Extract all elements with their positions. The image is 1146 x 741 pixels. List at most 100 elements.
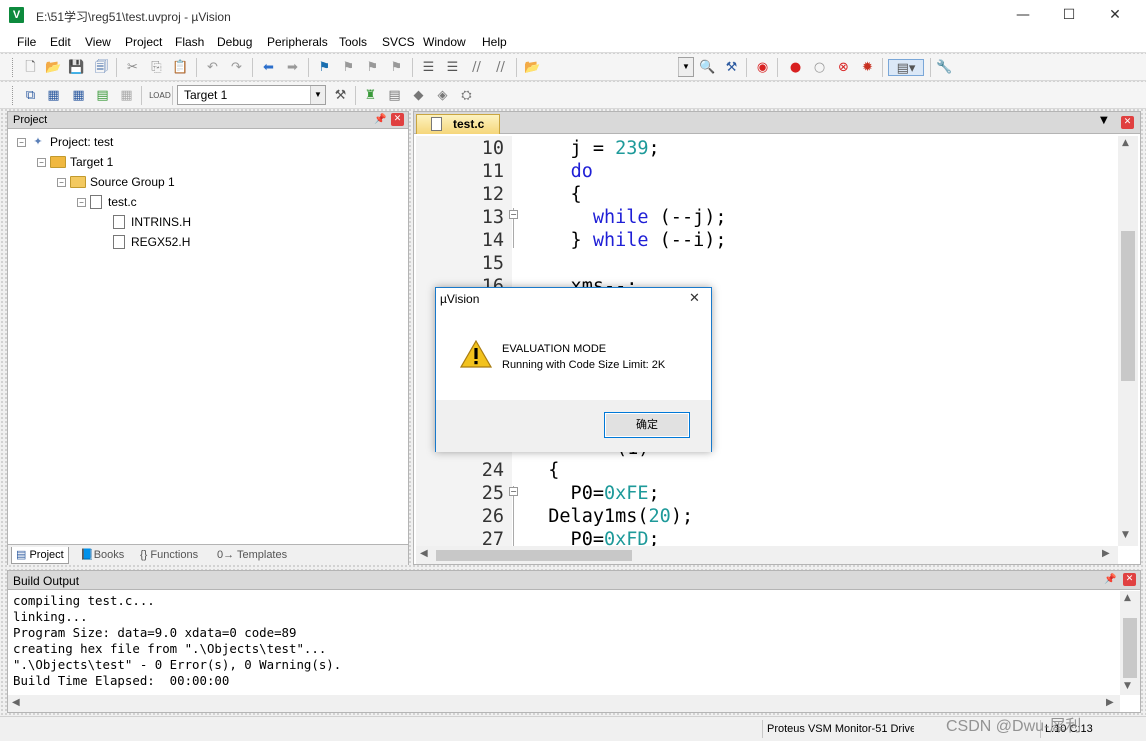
minimize-button[interactable]: — <box>1000 0 1046 30</box>
navigate-forward-icon[interactable]: ➡ <box>284 59 301 76</box>
debug-session-icon[interactable]: ◉ <box>754 59 771 76</box>
uncomment-icon[interactable]: // <box>492 59 509 76</box>
collapse-icon[interactable]: − <box>17 137 26 147</box>
software-packs-icon[interactable]: ⛭ <box>458 87 475 104</box>
open-folder-icon[interactable]: 📂 <box>45 59 62 76</box>
tab-books[interactable]: 📘Books <box>76 547 128 564</box>
find-icon[interactable]: 🔍 <box>699 59 716 76</box>
tab-test-c[interactable]: test.c <box>416 114 500 134</box>
scroll-thumb[interactable] <box>1121 231 1135 381</box>
scroll-up-icon[interactable]: ▲ <box>1122 138 1129 148</box>
menu-flash[interactable]: Flash <box>175 35 204 49</box>
manage-project-items-icon[interactable]: ♜ <box>362 87 379 104</box>
fold-toggle-icon[interactable]: − <box>509 487 518 496</box>
save-all-icon[interactable]: 🗐 <box>93 59 110 76</box>
build-output-line: creating hex file from ".\Objects\test".… <box>13 641 327 656</box>
tree-item-regx52-h[interactable]: REGX52.H <box>113 233 190 251</box>
translate-icon[interactable]: ⧉ <box>22 87 39 104</box>
unindent-icon[interactable]: ☰ <box>444 59 461 76</box>
rebuild-icon[interactable]: ▦ <box>70 87 87 104</box>
scroll-right-icon[interactable]: ▶ <box>1102 548 1110 559</box>
close-button[interactable]: ✕ <box>1092 0 1138 30</box>
menu-view[interactable]: View <box>85 35 111 49</box>
tree-item-test-c[interactable]: − test.c <box>77 193 137 211</box>
menu-file[interactable]: File <box>17 35 36 49</box>
scroll-down-icon[interactable]: ▼ <box>1122 530 1129 540</box>
scroll-up-icon[interactable]: ▲ <box>1124 593 1131 603</box>
menu-debug[interactable]: Debug <box>217 35 252 49</box>
find-in-files-icon[interactable]: 📂 <box>524 59 541 76</box>
code-line: P0=0xFD; <box>526 529 660 546</box>
indent-icon[interactable]: ☰ <box>420 59 437 76</box>
bookmark-next-icon[interactable]: ⚑ <box>364 59 381 76</box>
incremental-find-icon[interactable]: ⚒ <box>723 59 740 76</box>
save-icon[interactable]: 💾 <box>68 59 85 76</box>
find-combo[interactable]: ▼ <box>678 57 694 77</box>
menu-tools[interactable]: Tools <box>339 35 367 49</box>
download-icon[interactable]: LOAD <box>149 87 171 104</box>
tree-item-target[interactable]: − Target 1 <box>37 153 113 171</box>
configure-icon[interactable]: 🔧 <box>936 59 953 76</box>
tab-templates[interactable]: 0→ Templates <box>213 547 291 564</box>
scroll-left-icon[interactable]: ◀ <box>12 697 20 708</box>
close-icon[interactable]: ✕ <box>1123 573 1136 586</box>
tab-list-icon[interactable]: ▼ <box>1100 115 1108 126</box>
ok-button[interactable]: 确定 <box>604 412 690 438</box>
collapse-icon[interactable]: − <box>57 177 66 187</box>
menu-project[interactable]: Project <box>125 35 162 49</box>
paste-icon[interactable]: 📋 <box>172 59 189 76</box>
tree-item-source-group[interactable]: − Source Group 1 <box>57 173 175 191</box>
tree-item-project[interactable]: − ✦ Project: test <box>17 133 113 151</box>
scroll-thumb[interactable] <box>1123 618 1137 678</box>
editor-horizontal-scrollbar[interactable]: ◀ ▶ <box>416 546 1118 564</box>
comment-icon[interactable]: // <box>468 59 485 76</box>
stop-build-icon[interactable]: ▦ <box>118 87 135 104</box>
manage-rte-icon[interactable]: ◆ <box>410 87 427 104</box>
pin-icon[interactable]: 📌 <box>374 113 386 126</box>
bookmark-previous-icon[interactable]: ⚑ <box>340 59 357 76</box>
tab-project[interactable]: ▤ Project <box>11 547 69 564</box>
insert-breakpoint-icon[interactable]: ● <box>787 59 804 76</box>
maximize-button[interactable]: ☐ <box>1046 0 1092 30</box>
bookmark-clear-icon[interactable]: ⚑ <box>388 59 405 76</box>
menu-window[interactable]: Window <box>423 35 466 49</box>
disable-breakpoints-icon[interactable]: ⊗ <box>835 59 852 76</box>
undo-icon[interactable]: ↶ <box>204 59 221 76</box>
redo-icon[interactable]: ↷ <box>228 59 245 76</box>
batch-build-icon[interactable]: ▤ <box>94 87 111 104</box>
scroll-left-icon[interactable]: ◀ <box>420 548 428 559</box>
collapse-icon[interactable]: − <box>77 197 86 207</box>
target-select[interactable]: Target 1 ▼ <box>177 85 326 105</box>
scroll-right-icon[interactable]: ▶ <box>1106 697 1114 708</box>
target-options-icon[interactable]: ⚒ <box>332 87 349 104</box>
scroll-down-icon[interactable]: ▼ <box>1124 681 1131 691</box>
close-icon[interactable]: ✕ <box>391 113 404 126</box>
tree-item-intrins-h[interactable]: INTRINS.H <box>113 213 191 231</box>
select-packs-icon[interactable]: ▤ <box>386 87 403 104</box>
window-layout-icon[interactable]: ▤▾ <box>888 59 924 76</box>
tab-functions[interactable]: {} Functions <box>136 547 202 564</box>
menu-peripherals[interactable]: Peripherals <box>267 35 328 49</box>
menu-edit[interactable]: Edit <box>50 35 71 49</box>
build-horizontal-scrollbar[interactable]: ◀ ▶ <box>8 695 1120 712</box>
collapse-icon[interactable]: − <box>37 157 46 167</box>
menu-svcs[interactable]: SVCS <box>382 35 415 49</box>
new-file-icon[interactable]: 🗋 <box>22 59 39 76</box>
build-icon[interactable]: ▦ <box>45 87 62 104</box>
dialog-close-button[interactable]: ✕ <box>689 291 700 306</box>
navigate-back-icon[interactable]: ⬅ <box>260 59 277 76</box>
cut-icon[interactable]: ✂ <box>124 59 141 76</box>
pin-icon[interactable]: 📌 <box>1104 573 1116 586</box>
pack-installer-icon[interactable]: ◈ <box>434 87 451 104</box>
bookmark-insert-icon[interactable]: ⚑ <box>316 59 333 76</box>
editor-vertical-scrollbar[interactable]: ▲ ▼ <box>1118 136 1138 546</box>
build-vertical-scrollbar[interactable]: ▲ ▼ <box>1120 591 1140 695</box>
fold-toggle-icon[interactable]: − <box>509 210 518 219</box>
enable-breakpoint-icon[interactable]: ○ <box>811 59 828 76</box>
copy-icon[interactable]: ⎘ <box>148 59 165 76</box>
scroll-thumb[interactable] <box>436 550 632 561</box>
kill-breakpoints-icon[interactable]: ✹ <box>859 59 876 76</box>
menu-help[interactable]: Help <box>482 35 507 49</box>
close-icon[interactable]: ✕ <box>1121 116 1134 129</box>
line-number: 26 <box>481 506 504 527</box>
